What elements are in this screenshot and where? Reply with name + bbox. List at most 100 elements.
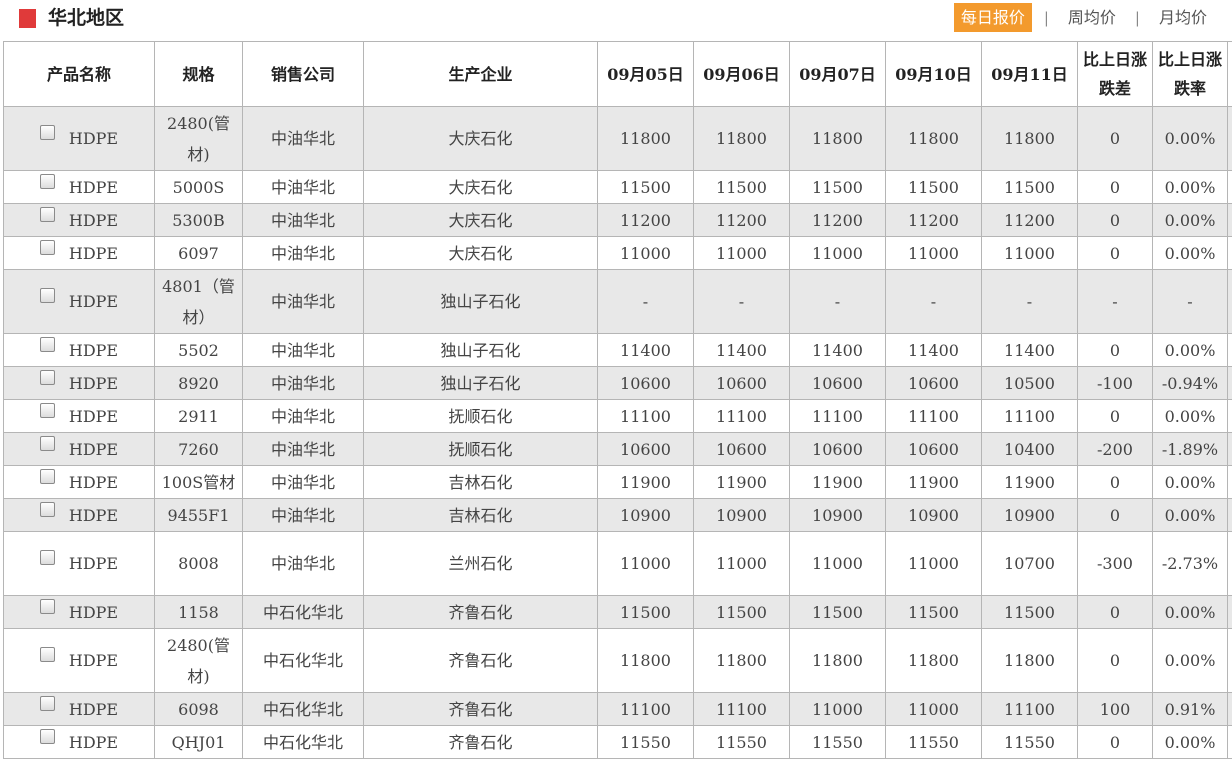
row-select-checkbox[interactable] xyxy=(39,288,55,303)
cell-spec: 2911 xyxy=(154,399,243,433)
row-select-checkbox[interactable] xyxy=(39,125,55,140)
cell-price-date-4: 10900 xyxy=(885,498,982,532)
cell-overflow xyxy=(1227,236,1232,270)
cell-price-date-1: 10900 xyxy=(597,498,694,532)
spec-text: 5000S xyxy=(172,177,225,197)
cell-price-date-5: 11400 xyxy=(981,333,1078,367)
table-row: HDPE 7260 中油华北 抚顺石化 10600 10600 10600 10600 1040… xyxy=(3,432,1232,466)
product-name: HDPE xyxy=(68,292,119,311)
spec-text: 5300B xyxy=(172,210,225,230)
cell-overflow xyxy=(1227,366,1232,400)
cell-price-date-1: 11500 xyxy=(597,595,694,629)
row-select-checkbox[interactable] xyxy=(39,206,55,222)
cell-change-diff: 0 xyxy=(1077,498,1153,532)
cell-price-date-5: 11200 xyxy=(981,203,1078,237)
header-change-rate: 比上日涨跌率 xyxy=(1152,41,1228,107)
cell-change-rate: 0.00% xyxy=(1152,595,1228,629)
cell-price-date-3: 11000 xyxy=(789,236,886,270)
cell-price-date-4: 10600 xyxy=(885,432,982,466)
row-select-checkbox[interactable] xyxy=(39,647,55,662)
cell-change-rate: -0.94% xyxy=(1152,366,1228,400)
tab-monthly-average[interactable]: 月均价 xyxy=(1152,3,1214,32)
cell-price-date-3: 11500 xyxy=(789,170,886,204)
table-row: HDPE 5502 中油华北 独山子石化 11400 11400 11400 11400 114… xyxy=(3,333,1232,367)
cell-product: HDPE xyxy=(3,203,155,237)
cell-sales-company: 中油华北 xyxy=(242,236,364,270)
cell-sales-company: 中石化华北 xyxy=(242,725,364,759)
cell-change-diff: 0 xyxy=(1077,106,1153,171)
cell-change-rate: -2.73% xyxy=(1152,531,1228,596)
cell-price-date-4: - xyxy=(885,269,982,334)
cell-price-date-1: 11100 xyxy=(597,692,694,726)
cell-overflow xyxy=(1227,692,1232,726)
cell-spec: 5300B xyxy=(154,203,243,237)
tab-weekly-average[interactable]: 周均价 xyxy=(1061,3,1123,32)
cell-overflow xyxy=(1227,498,1232,532)
cell-producer: 抚顺石化 xyxy=(363,399,598,433)
cell-price-date-4: 11400 xyxy=(885,333,982,367)
cell-price-date-5: 11100 xyxy=(981,692,1078,726)
table-header-row: 产品名称 规格 销售公司 生产企业 09月05日 09月06日 09月07日 0… xyxy=(3,41,1232,107)
table-row: HDPE 8008 中油华北 兰州石化 11000 11000 11000 11000 1070… xyxy=(3,531,1232,596)
cell-sales-company: 中油华北 xyxy=(242,269,364,334)
row-select-checkbox[interactable] xyxy=(39,728,55,744)
cell-price-date-5: 11000 xyxy=(981,236,1078,270)
cell-price-date-5: 11500 xyxy=(981,170,1078,204)
cell-producer: 大庆石化 xyxy=(363,106,598,171)
region-title: 华北地区 xyxy=(48,7,125,29)
table-row: HDPE 6098 中石化华北 齐鲁石化 11100 11100 11000 11000 111… xyxy=(3,692,1232,726)
spec-text: 7260 xyxy=(178,439,219,459)
cell-change-diff: 0 xyxy=(1077,203,1153,237)
row-select-checkbox[interactable] xyxy=(39,468,55,484)
cell-price-date-1: 11000 xyxy=(597,531,694,596)
product-name: HDPE xyxy=(68,651,119,670)
cell-change-rate: 0.00% xyxy=(1152,725,1228,759)
product-name: HDPE xyxy=(68,340,119,360)
cell-product: HDPE xyxy=(3,628,155,693)
cell-price-date-1: 10600 xyxy=(597,432,694,466)
row-select-checkbox[interactable] xyxy=(39,336,55,352)
row-select-checkbox[interactable] xyxy=(39,239,55,255)
cell-price-date-5: - xyxy=(981,269,1078,334)
spec-text: 2911 xyxy=(178,406,219,426)
cell-producer: 齐鲁石化 xyxy=(363,628,598,693)
header-producer: 生产企业 xyxy=(363,41,598,107)
header-date-3: 09月07日 xyxy=(789,41,886,107)
cell-change-rate: 0.00% xyxy=(1152,628,1228,693)
region-header: 华北地区 每日报价 | 周均价 | 月均价 xyxy=(0,0,1232,40)
cell-change-diff: 0 xyxy=(1077,170,1153,204)
row-select-checkbox[interactable] xyxy=(39,173,55,189)
cell-price-date-2: 11200 xyxy=(693,203,790,237)
row-select-checkbox[interactable] xyxy=(39,550,55,565)
cell-price-date-2: 11550 xyxy=(693,725,790,759)
cell-price-date-5: 11550 xyxy=(981,725,1078,759)
spec-text: 2480(管材) xyxy=(167,635,230,686)
product-name: HDPE xyxy=(68,177,119,197)
cell-price-date-4: 11500 xyxy=(885,595,982,629)
row-select-checkbox[interactable] xyxy=(39,369,55,385)
cell-price-date-3: 11550 xyxy=(789,725,886,759)
cell-sales-company: 中油华北 xyxy=(242,333,364,367)
row-select-checkbox[interactable] xyxy=(39,435,55,451)
cell-overflow xyxy=(1227,595,1232,629)
cell-product: HDPE xyxy=(3,498,155,532)
row-select-checkbox[interactable] xyxy=(39,695,55,711)
cell-producer: 齐鲁石化 xyxy=(363,692,598,726)
header-change-diff: 比上日涨跌差 xyxy=(1077,41,1153,107)
row-select-checkbox[interactable] xyxy=(39,501,55,517)
cell-price-date-1: 11200 xyxy=(597,203,694,237)
product-name: HDPE xyxy=(68,472,119,492)
cell-price-date-2: 11100 xyxy=(693,399,790,433)
product-name: HDPE xyxy=(68,554,119,573)
cell-price-date-1: 11800 xyxy=(597,628,694,693)
cell-change-rate: 0.91% xyxy=(1152,692,1228,726)
cell-product: HDPE xyxy=(3,170,155,204)
cell-spec: 2480(管材) xyxy=(154,628,243,693)
cell-price-date-5: 10700 xyxy=(981,531,1078,596)
tab-daily-quote[interactable]: 每日报价 xyxy=(953,3,1032,32)
header-overflow-cell xyxy=(1227,41,1232,107)
row-select-checkbox[interactable] xyxy=(39,598,55,614)
table-row: HDPE 9455F1 中油华北 吉林石化 10900 10900 10900 10900 10… xyxy=(3,498,1232,532)
row-select-checkbox[interactable] xyxy=(39,402,55,418)
cell-sales-company: 中油华北 xyxy=(242,465,364,499)
